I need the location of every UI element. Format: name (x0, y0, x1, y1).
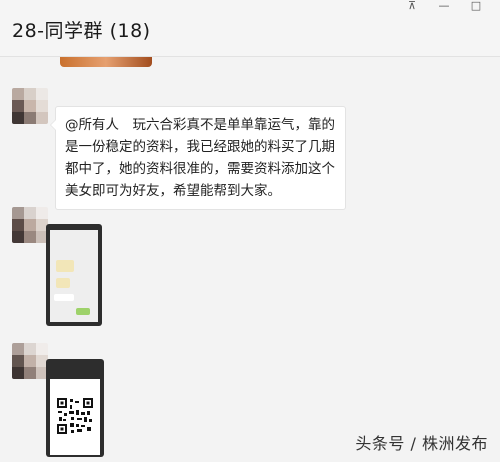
qr-code-icon (56, 397, 94, 435)
chat-screenshot-image[interactable] (46, 224, 102, 326)
mini-bubble (76, 308, 90, 315)
minimize-button[interactable]: — (428, 0, 460, 14)
message-bubble: @所有人 玩六合彩真不是单单靠运气，靠的是一份稳定的资料，我已经跟她的料买了几期… (50, 106, 346, 210)
avatar[interactable] (12, 207, 48, 243)
avatar[interactable] (12, 343, 48, 379)
window-titlebar: 28-同学群 (18) ⊼ — □ (0, 0, 500, 57)
mini-bubble (56, 278, 70, 288)
qr-card-image[interactable] (46, 359, 104, 457)
previous-image-message[interactable] (60, 57, 152, 67)
chat-area[interactable]: @所有人 玩六合彩真不是单单靠运气，靠的是一份稳定的资料，我已经跟她的料买了几期… (0, 57, 500, 462)
mini-bubble (54, 294, 74, 301)
pin-button[interactable]: ⊼ (396, 0, 428, 14)
mini-bubble (56, 260, 74, 272)
screenshot-screen (50, 230, 98, 322)
maximize-button[interactable]: □ (460, 0, 492, 14)
window-controls: ⊼ — □ (396, 0, 492, 14)
avatar[interactable] (12, 88, 48, 124)
watermark: 头条号 / 株洲发布 (355, 434, 488, 453)
chat-title: 28-同学群 (18) (12, 20, 151, 42)
